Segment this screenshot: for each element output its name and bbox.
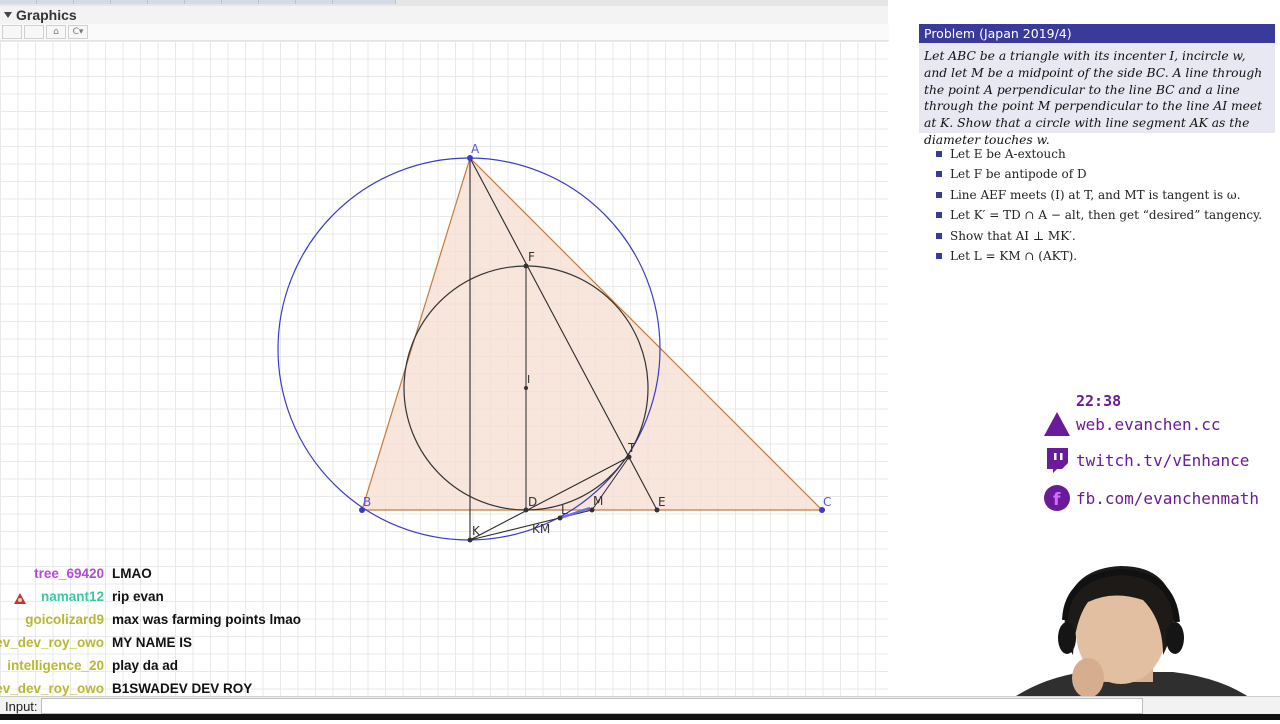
twitch-link[interactable]: twitch.tv/vEnhance [1043,446,1280,474]
chat-text: play da ad [112,658,179,673]
graphics-style-bar: ⌂ C▾ [0,24,890,41]
problem-statement: Let ABC be a triangle with its incenter … [919,43,1275,147]
home-button[interactable]: ⌂ [46,25,66,39]
chat-username: tree_69420 [34,566,104,581]
facebook-icon: f [1043,484,1071,512]
chat-username: goicolizard9 [25,612,104,627]
label-f: F [528,250,535,264]
label-e: E [658,495,666,509]
capture-label: C▾ [72,27,84,37]
step-item: Let L = KM ∩ (AKT). [934,248,1279,268]
facebook-url: fb.com/evanchenmath [1076,488,1260,508]
input-bar: Input: [0,696,1280,715]
label-c: C [823,495,831,509]
label-m: M [593,494,603,508]
label-km: KM [532,522,550,536]
label-l: L [561,503,568,517]
chat-message: tree_69420 LMAO [0,562,500,585]
label-b: B [363,495,371,509]
triangle-abc[interactable] [361,156,824,511]
label-t: T [627,441,636,455]
point-capture-dropdown[interactable]: C▾ [68,25,88,39]
panel-title: Graphics [16,7,77,23]
label-k: K [472,524,481,538]
chat-username: intelligence_20 [7,658,104,673]
input-label: Input: [5,698,38,714]
website-link[interactable]: web.evanchen.cc [1043,410,1280,438]
point-k[interactable] [467,537,473,543]
sub-badge-icon [14,590,26,609]
chat-text: MY NAME IS [112,635,193,650]
twitch-icon [1043,446,1071,474]
chat-username: swadev_dev_roy_owo [0,681,104,696]
toolbar-tab[interactable] [259,0,296,4]
solution-steps-list: Let E be A-extouch Let F be antipode of … [934,146,1279,268]
toolbar-tab[interactable] [296,0,333,4]
toolbar-tab[interactable] [74,0,111,4]
toolbar-tab[interactable] [185,0,222,4]
step-item: Let E be A-extouch [934,146,1279,166]
chat-message: goicolizard9 max was farming points lmao [0,608,500,631]
chat-username: swadev_dev_roy_owo [0,635,104,650]
point-t[interactable] [626,454,632,460]
step-item: Line AEF meets (I) at T, and MT is tange… [934,187,1279,207]
graphics-panel-header[interactable]: Graphics [0,6,888,25]
problem-title: Problem (Japan 2019/4) [919,24,1275,43]
label-a: A [471,142,480,156]
chat-text: B1SWADEV DEV ROY [112,681,253,696]
facebook-link[interactable]: f fb.com/evanchenmath [1043,484,1280,512]
axes-toggle-button[interactable] [2,25,22,39]
point-m[interactable] [589,507,595,513]
taskbar-strip [0,714,1280,720]
step-item: Let K′ = TD ∩ A − alt, then get “desired… [934,207,1279,227]
chat-text: rip evan [112,589,164,604]
toolbar-tab[interactable] [37,0,74,4]
website-url: web.evanchen.cc [1076,414,1221,434]
toolbar-tab[interactable] [148,0,185,4]
point-f[interactable] [523,263,529,269]
toolbar-tab[interactable] [222,0,259,4]
chat-text: max was farming points lmao [112,612,302,627]
chat-message: namant12 rip evan [0,585,500,608]
label-d: D [528,495,537,509]
svg-text:f: f [1053,490,1061,510]
twitch-url: twitch.tv/vEnhance [1076,450,1250,470]
chat-message: swadev_dev_roy_owo MY NAME IS [0,631,500,654]
grid-toggle-button[interactable] [24,25,44,39]
step-item: Let F be antipode of D [934,166,1279,186]
problem-pane: Problem (Japan 2019/4) Let ABC be a tria… [889,0,1280,388]
command-input[interactable] [40,698,1143,714]
chat-overlay: tree_69420 LMAO namant12 rip evan goicol… [0,562,500,700]
label-i: I [527,373,530,386]
stream-clock: 22:38 [1076,392,1122,410]
toolbar-tab[interactable] [333,0,396,4]
toolbar-tab[interactable] [111,0,148,4]
point-i[interactable] [524,386,528,390]
toolbar-tab[interactable] [0,0,37,4]
chat-message: intelligence_20 play da ad [0,654,500,677]
step-item: Show that AI ⊥ MK′. [934,228,1279,248]
triangle-logo-icon [1043,410,1071,438]
collapse-triangle-icon[interactable] [4,12,12,18]
home-icon: ⌂ [53,27,59,37]
chat-text: LMAO [112,566,152,581]
